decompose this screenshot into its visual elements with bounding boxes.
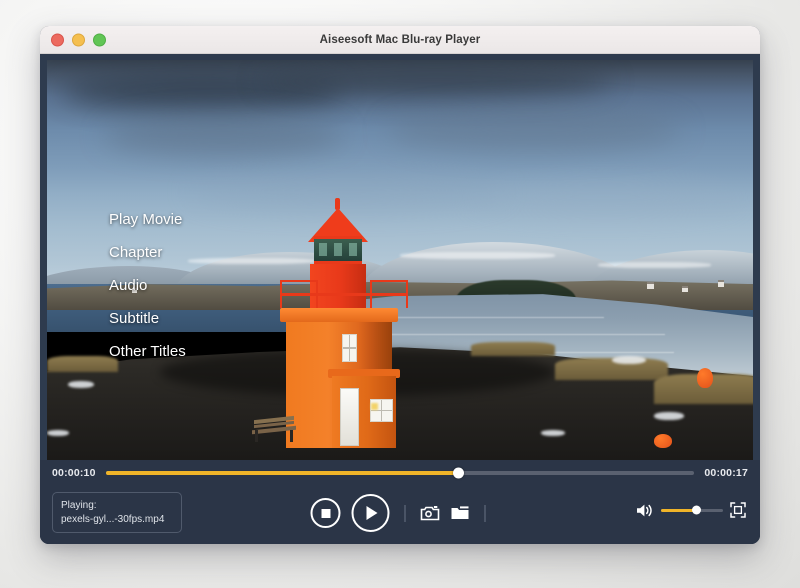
menu-item-audio[interactable]: Audio xyxy=(109,278,186,293)
scene-snow xyxy=(400,252,555,259)
stop-button[interactable] xyxy=(311,498,341,528)
dvd-menu-overlay: Play Movie Chapter Audio Subtitle Other … xyxy=(109,212,186,359)
lighthouse-deck xyxy=(280,308,398,322)
progress-row: 00:00:10 00:00:17 xyxy=(40,464,760,482)
scene-buoy xyxy=(697,368,713,388)
menu-item-chapter[interactable]: Chapter xyxy=(109,245,186,260)
window-light-glow xyxy=(371,403,378,410)
volume-button[interactable] xyxy=(636,503,654,518)
lighthouse-railing-bar xyxy=(280,293,408,296)
volume-handle[interactable] xyxy=(692,506,701,515)
scene-house xyxy=(718,280,724,287)
scene-snow xyxy=(612,356,646,364)
close-button[interactable] xyxy=(51,33,64,46)
scene-snow xyxy=(654,412,684,420)
current-time-label: 00:00:10 xyxy=(52,467,96,479)
scene-cloud xyxy=(471,180,739,214)
volume-slider[interactable] xyxy=(661,509,723,512)
scene-snow xyxy=(47,430,69,436)
scene-cloud xyxy=(386,108,683,152)
volume-speaker-icon xyxy=(636,503,654,518)
fullscreen-icon xyxy=(730,502,746,518)
player-window: Aiseesoft Mac Blu-ray Player xyxy=(40,26,760,544)
open-folder-icon xyxy=(451,505,470,521)
center-controls xyxy=(311,494,490,532)
scene-grass xyxy=(47,356,118,372)
play-button[interactable] xyxy=(352,494,390,532)
maximize-button[interactable] xyxy=(93,33,106,46)
control-divider xyxy=(405,505,406,522)
now-playing-info: Playing: pexels-gyl...-30fps.mp4 xyxy=(52,492,182,533)
controls-row: Playing: pexels-gyl...-30fps.mp4 xyxy=(40,486,760,542)
scene-snow xyxy=(68,381,94,388)
snapshot-button[interactable] xyxy=(421,505,440,521)
title-bar: Aiseesoft Mac Blu-ray Player xyxy=(40,26,760,54)
snapshot-camera-icon xyxy=(421,505,440,521)
window-title: Aiseesoft Mac Blu-ray Player xyxy=(40,34,760,46)
menu-item-other-titles[interactable]: Other Titles xyxy=(109,344,186,359)
playing-filename-label: pexels-gyl...-30fps.mp4 xyxy=(61,513,173,527)
scene-buoy xyxy=(654,434,672,448)
menu-item-subtitle[interactable]: Subtitle xyxy=(109,311,186,326)
right-controls xyxy=(636,502,746,518)
scene-grass xyxy=(471,342,556,356)
fullscreen-button[interactable] xyxy=(730,502,746,518)
progress-fill xyxy=(106,471,459,475)
scene-cloud xyxy=(259,64,612,98)
video-frame: Play Movie Chapter Audio Subtitle Other … xyxy=(47,60,753,460)
lighthouse-lamp-room xyxy=(314,236,362,264)
scene-bench xyxy=(252,416,296,442)
progress-handle[interactable] xyxy=(453,468,464,479)
menu-item-play-movie[interactable]: Play Movie xyxy=(109,212,186,227)
window-controls xyxy=(51,33,106,46)
control-bar: 00:00:10 00:00:17 Playing: pexels-gyl...… xyxy=(40,460,760,544)
scene-house xyxy=(647,282,654,289)
total-time-label: 00:00:17 xyxy=(704,467,748,479)
play-icon xyxy=(367,506,378,520)
scene-house xyxy=(682,286,688,292)
lighthouse-tower xyxy=(310,264,366,308)
open-folder-button[interactable] xyxy=(451,505,470,521)
progress-slider[interactable] xyxy=(106,471,695,475)
stop-icon xyxy=(321,509,330,518)
scene-snow xyxy=(541,430,565,436)
control-divider xyxy=(485,505,486,522)
lighthouse-door xyxy=(340,388,359,446)
player-body: Play Movie Chapter Audio Subtitle Other … xyxy=(40,54,760,544)
scene-snow xyxy=(598,262,711,268)
minimize-button[interactable] xyxy=(72,33,85,46)
lighthouse-tower-window xyxy=(342,334,357,362)
playing-status-label: Playing: xyxy=(61,499,173,513)
scene-cloud xyxy=(103,116,343,156)
video-stage[interactable]: Play Movie Chapter Audio Subtitle Other … xyxy=(47,60,753,460)
scene-lighthouse xyxy=(280,203,410,448)
